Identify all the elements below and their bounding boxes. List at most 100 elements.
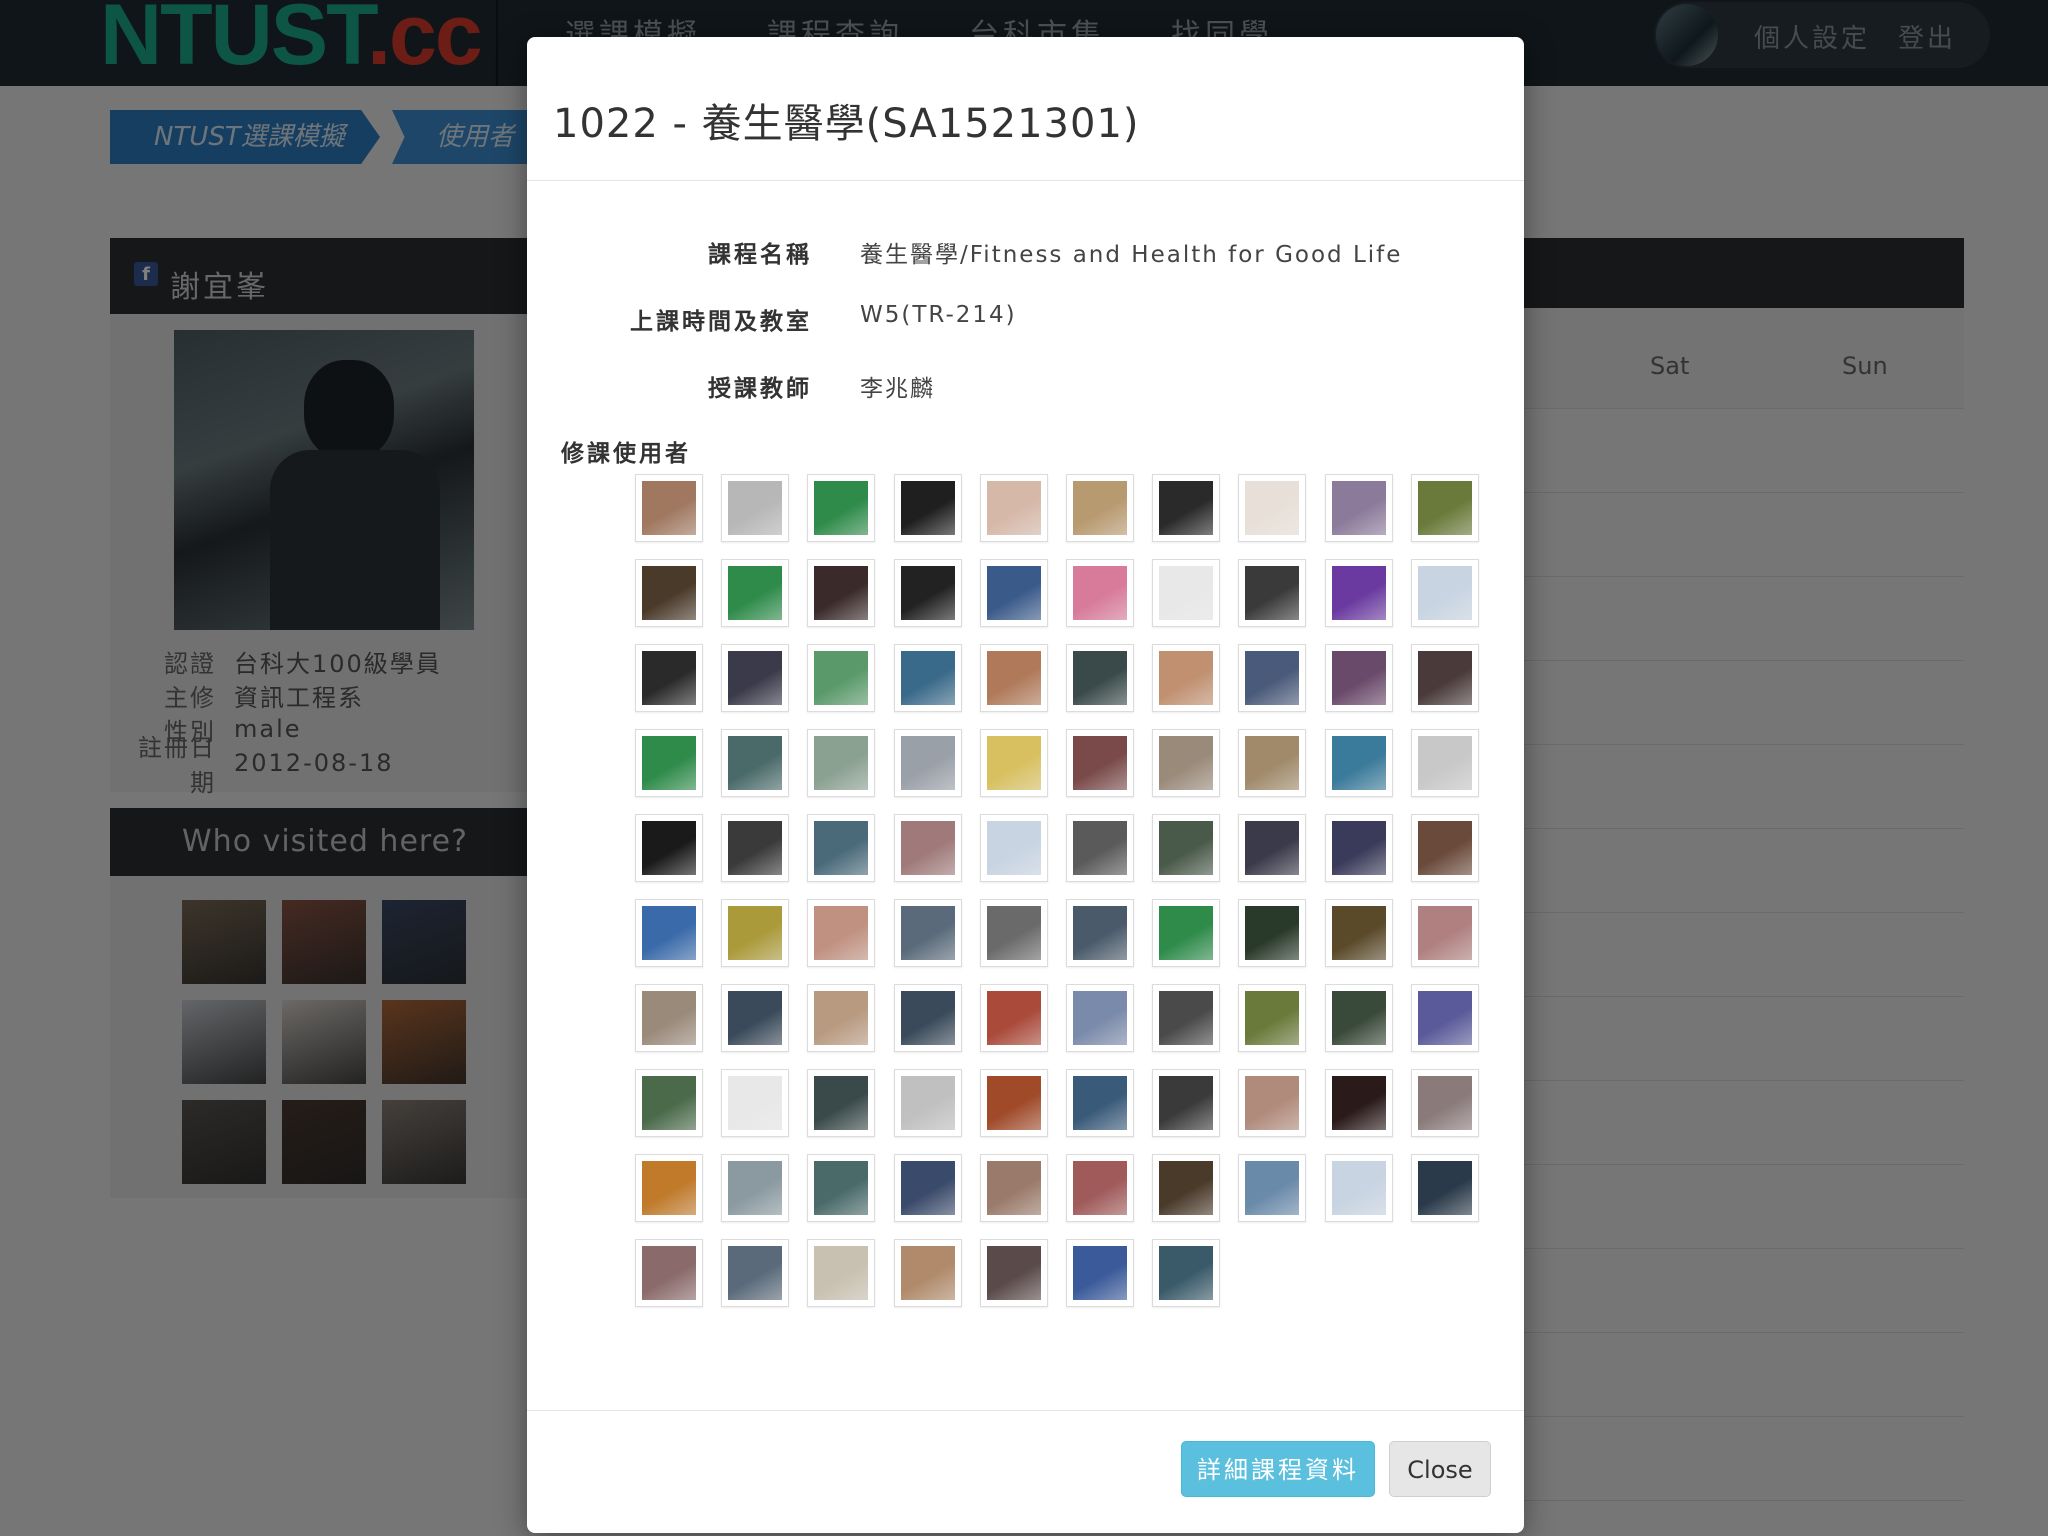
user-avatar-thumb[interactable] [1238,814,1307,882]
user-avatar-thumb[interactable] [1152,1154,1221,1222]
user-avatar-thumb[interactable] [721,729,790,797]
user-avatar-thumb[interactable] [721,474,790,542]
user-avatar-thumb[interactable] [721,984,790,1052]
course-details-button[interactable]: 詳細課程資料 [1181,1441,1375,1497]
user-avatar-thumb[interactable] [1238,559,1307,627]
user-avatar-thumb[interactable] [635,644,703,712]
user-avatar-thumb[interactable] [721,644,790,712]
user-avatar-thumb[interactable] [1324,474,1393,542]
user-avatar-thumb[interactable] [807,814,876,882]
user-avatar-thumb[interactable] [1324,729,1393,797]
user-avatar-thumb[interactable] [1238,729,1307,797]
user-avatar-thumb[interactable] [635,814,703,882]
user-avatar-thumb[interactable] [635,1154,703,1222]
user-avatar-thumb[interactable] [1065,729,1134,797]
user-avatar-thumb[interactable] [1324,1069,1393,1137]
user-avatar-thumb[interactable] [1324,559,1393,627]
user-avatar-thumb[interactable] [979,729,1048,797]
user-avatar-thumb[interactable] [1410,814,1479,882]
user-avatar-thumb[interactable] [635,984,703,1052]
user-avatar-thumb[interactable] [1324,644,1393,712]
user-avatar-thumb[interactable] [1065,474,1134,542]
user-avatar-thumb[interactable] [1152,984,1221,1052]
user-avatar-thumb[interactable] [635,729,703,797]
user-avatar-thumb[interactable] [807,1154,876,1222]
user-avatar-thumb[interactable] [893,559,962,627]
user-avatar-thumb[interactable] [1152,559,1221,627]
user-avatar-thumb[interactable] [893,814,962,882]
user-avatar-thumb[interactable] [1152,644,1221,712]
user-avatar-thumb[interactable] [1065,644,1134,712]
user-avatar-thumb[interactable] [1065,899,1134,967]
user-avatar-thumb[interactable] [979,814,1048,882]
user-avatar-thumb[interactable] [1238,644,1307,712]
user-avatar-thumb[interactable] [979,1154,1048,1222]
user-avatar-thumb[interactable] [635,1239,703,1307]
user-avatar-thumb[interactable] [807,1239,876,1307]
user-avatar-thumb[interactable] [721,1239,790,1307]
user-avatar-thumb[interactable] [721,1069,790,1137]
user-avatar-thumb[interactable] [807,474,876,542]
user-avatar-thumb[interactable] [1410,1069,1479,1137]
user-avatar-thumb[interactable] [1410,1154,1479,1222]
user-avatar-thumb[interactable] [979,984,1048,1052]
user-avatar-thumb[interactable] [1410,474,1479,542]
user-avatar-thumb[interactable] [893,899,962,967]
user-avatar-thumb[interactable] [893,644,962,712]
user-avatar-thumb[interactable] [721,559,790,627]
user-avatar-thumb[interactable] [1324,899,1393,967]
user-avatar-thumb[interactable] [807,644,876,712]
user-avatar-thumb[interactable] [1152,474,1221,542]
user-avatar-thumb[interactable] [1410,559,1479,627]
user-avatar-thumb[interactable] [807,729,876,797]
user-avatar-thumb[interactable] [979,1069,1048,1137]
user-avatar-thumb[interactable] [979,1239,1048,1307]
user-avatar-thumb[interactable] [1410,984,1479,1052]
user-avatar-thumb[interactable] [1152,729,1221,797]
user-avatar-thumb[interactable] [635,474,703,542]
user-avatar-thumb[interactable] [979,899,1048,967]
user-avatar-thumb[interactable] [1410,729,1479,797]
user-avatar-thumb[interactable] [1410,644,1479,712]
close-button[interactable]: Close [1389,1441,1491,1497]
user-avatar-thumb[interactable] [1065,1154,1134,1222]
user-avatar-thumb[interactable] [1238,984,1307,1052]
user-avatar-thumb[interactable] [1324,1154,1393,1222]
user-avatar-thumb[interactable] [807,984,876,1052]
user-avatar-thumb[interactable] [1152,899,1221,967]
user-avatar-thumb[interactable] [1152,1069,1221,1137]
user-avatar-thumb[interactable] [807,899,876,967]
user-avatar-thumb[interactable] [893,474,962,542]
user-avatar-thumb[interactable] [1152,1239,1221,1307]
user-avatar-thumb[interactable] [721,899,790,967]
user-avatar-thumb[interactable] [893,1154,962,1222]
user-avatar-thumb[interactable] [1065,984,1134,1052]
user-avatar-thumb[interactable] [1238,1154,1307,1222]
user-avatar-thumb[interactable] [1065,814,1134,882]
user-avatar-thumb[interactable] [1238,899,1307,967]
user-avatar-thumb[interactable] [979,644,1048,712]
user-avatar-thumb[interactable] [893,1069,962,1137]
user-avatar-thumb[interactable] [721,1154,790,1222]
user-avatar-thumb[interactable] [893,729,962,797]
modal-footer-divider [527,1410,1524,1411]
user-avatar-thumb[interactable] [893,984,962,1052]
user-avatar-thumb[interactable] [1152,814,1221,882]
user-avatar-thumb[interactable] [721,814,790,882]
user-avatar-thumb[interactable] [893,1239,962,1307]
user-avatar-thumb[interactable] [1238,474,1307,542]
user-avatar-thumb[interactable] [635,899,703,967]
user-avatar-thumb[interactable] [807,559,876,627]
user-avatar-thumb[interactable] [1065,1069,1134,1137]
user-avatar-thumb[interactable] [1238,1069,1307,1137]
user-avatar-thumb[interactable] [979,559,1048,627]
user-avatar-thumb[interactable] [807,1069,876,1137]
user-avatar-thumb[interactable] [1065,559,1134,627]
user-avatar-thumb[interactable] [635,1069,703,1137]
user-avatar-thumb[interactable] [1410,899,1479,967]
user-avatar-thumb[interactable] [979,474,1048,542]
user-avatar-thumb[interactable] [635,559,703,627]
user-avatar-thumb[interactable] [1324,814,1393,882]
user-avatar-thumb[interactable] [1324,984,1393,1052]
user-avatar-thumb[interactable] [1065,1239,1134,1307]
